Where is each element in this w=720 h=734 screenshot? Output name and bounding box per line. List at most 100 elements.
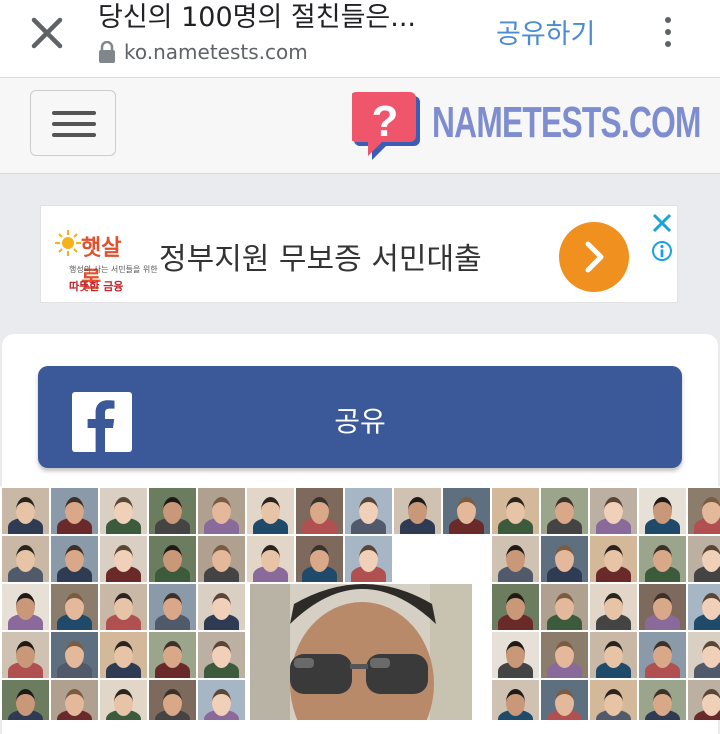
friend-photo-tile (443, 488, 490, 534)
browser-top-bar: 당신의 100명의 절친들은... ko.nametests.com 공유하기 (0, 0, 720, 78)
friend-photo-head (114, 497, 133, 524)
friend-photo-head (212, 545, 231, 572)
friend-photo-tile (2, 680, 49, 720)
friend-photo-tile (492, 488, 539, 534)
friend-photo-head (555, 593, 574, 620)
friend-photo-head (506, 689, 525, 716)
friend-photo-tile (198, 680, 245, 720)
friend-photo-head (114, 689, 133, 716)
friend-photo-tile (100, 584, 147, 630)
friend-photo-head (65, 545, 84, 572)
ad-brand-slogan: 행성의 사는 서민들을 위한 (69, 265, 158, 274)
friend-photo-head (16, 545, 35, 572)
friend-photo-head (212, 497, 231, 524)
friend-photo-head (555, 545, 574, 572)
friend-photo-tile (296, 488, 343, 534)
hamburger-line (52, 133, 96, 137)
friend-photo-tile (688, 632, 720, 678)
friend-photo-tile (394, 488, 441, 534)
sun-icon (55, 230, 81, 256)
friend-photo-tile (541, 536, 588, 582)
friend-photo-head (359, 497, 378, 524)
friend-photo-head (65, 689, 84, 716)
friend-photo-tile (639, 632, 686, 678)
friend-photo-tile (247, 488, 294, 534)
friend-photo-tile (51, 584, 98, 630)
friend-photo-head (163, 497, 182, 524)
friend-photo-head (506, 641, 525, 668)
friend-photo-tile (2, 632, 49, 678)
friend-photo-tile (100, 488, 147, 534)
friend-photo-tile (198, 536, 245, 582)
friend-photo-head (310, 545, 329, 572)
url-row[interactable]: ko.nametests.com (98, 38, 308, 66)
site-header: ? NAMETESTS.COM (0, 78, 720, 174)
friend-photo-head (702, 545, 720, 572)
friend-photo-head (457, 497, 476, 524)
friend-photo-tile (51, 632, 98, 678)
friend-photo-tile (590, 536, 637, 582)
friend-photo-tile (198, 584, 245, 630)
friend-photo-head (65, 593, 84, 620)
friend-photo-tile (345, 488, 392, 534)
friend-photo-head (604, 497, 623, 524)
friend-photo-head (555, 689, 574, 716)
friend-photo-head (604, 593, 623, 620)
friend-photo-tile (149, 680, 196, 720)
friend-photo-tile (247, 536, 294, 582)
share-button-label: 공유 (334, 405, 386, 438)
friend-photo-tile (590, 488, 637, 534)
friend-photo-tile (639, 488, 686, 534)
friend-photo-head (555, 641, 574, 668)
friend-photo-tile (149, 536, 196, 582)
ad-close-icon[interactable] (651, 212, 673, 234)
friend-photo-head (506, 593, 525, 620)
friend-photo-tile (688, 488, 720, 534)
friend-photo-tile (541, 488, 588, 534)
friend-photo-head (702, 593, 720, 620)
ad-cta-button[interactable] (559, 222, 629, 292)
friend-photo-head (604, 641, 623, 668)
friend-photo-head (163, 593, 182, 620)
friend-photo-tile (688, 536, 720, 582)
more-vert-icon[interactable] (656, 10, 680, 54)
ad-banner[interactable]: 햇살론 행성의 사는 서민들을 위한 따뜻한 금융 정부지원 무보증 서민대출 (40, 205, 678, 303)
logo-text[interactable]: NAMETESTS.COM (432, 98, 701, 148)
friend-photo-head (261, 545, 280, 572)
friend-photo-tile (639, 680, 686, 720)
friend-photo-tile (51, 536, 98, 582)
question-bubble-logo-icon[interactable]: ? (352, 86, 422, 164)
friend-photo-head (604, 689, 623, 716)
friend-photo-head (163, 545, 182, 572)
share-link[interactable]: 공유하기 (496, 12, 595, 51)
friend-photo-head (702, 689, 720, 716)
close-icon[interactable] (26, 10, 70, 54)
friend-photo-tile (541, 680, 588, 720)
friend-photo-tile (100, 680, 147, 720)
page-title: 당신의 100명의 절친들은... (98, 2, 417, 33)
friend-photo-tile (2, 536, 49, 582)
friend-photo-head (16, 593, 35, 620)
hamburger-menu-icon (52, 111, 96, 115)
friend-photo-tile (149, 488, 196, 534)
friend-photo-head (114, 641, 133, 668)
friend-photo-head (16, 641, 35, 668)
chevron-right-icon (585, 241, 604, 273)
friend-photo-tile (492, 536, 539, 582)
friend-photo-tile (2, 584, 49, 630)
friend-photo-tile (639, 536, 686, 582)
hamburger-menu-button[interactable] (30, 90, 116, 156)
friend-photo-tile (100, 536, 147, 582)
ad-info-icon[interactable] (651, 240, 673, 262)
friend-photo-head (65, 641, 84, 668)
friend-photo-tile (541, 584, 588, 630)
friend-photo-head (653, 641, 672, 668)
ad-headline[interactable]: 정부지원 무보증 서민대출 (159, 234, 482, 278)
friend-photo-head (506, 497, 525, 524)
facebook-share-button[interactable]: 공유 (38, 366, 682, 468)
friend-photo-tile (541, 632, 588, 678)
friend-photo-tile (149, 584, 196, 630)
friend-photo-head (114, 593, 133, 620)
hamburger-line (52, 122, 96, 126)
friend-photo-tile (492, 584, 539, 630)
